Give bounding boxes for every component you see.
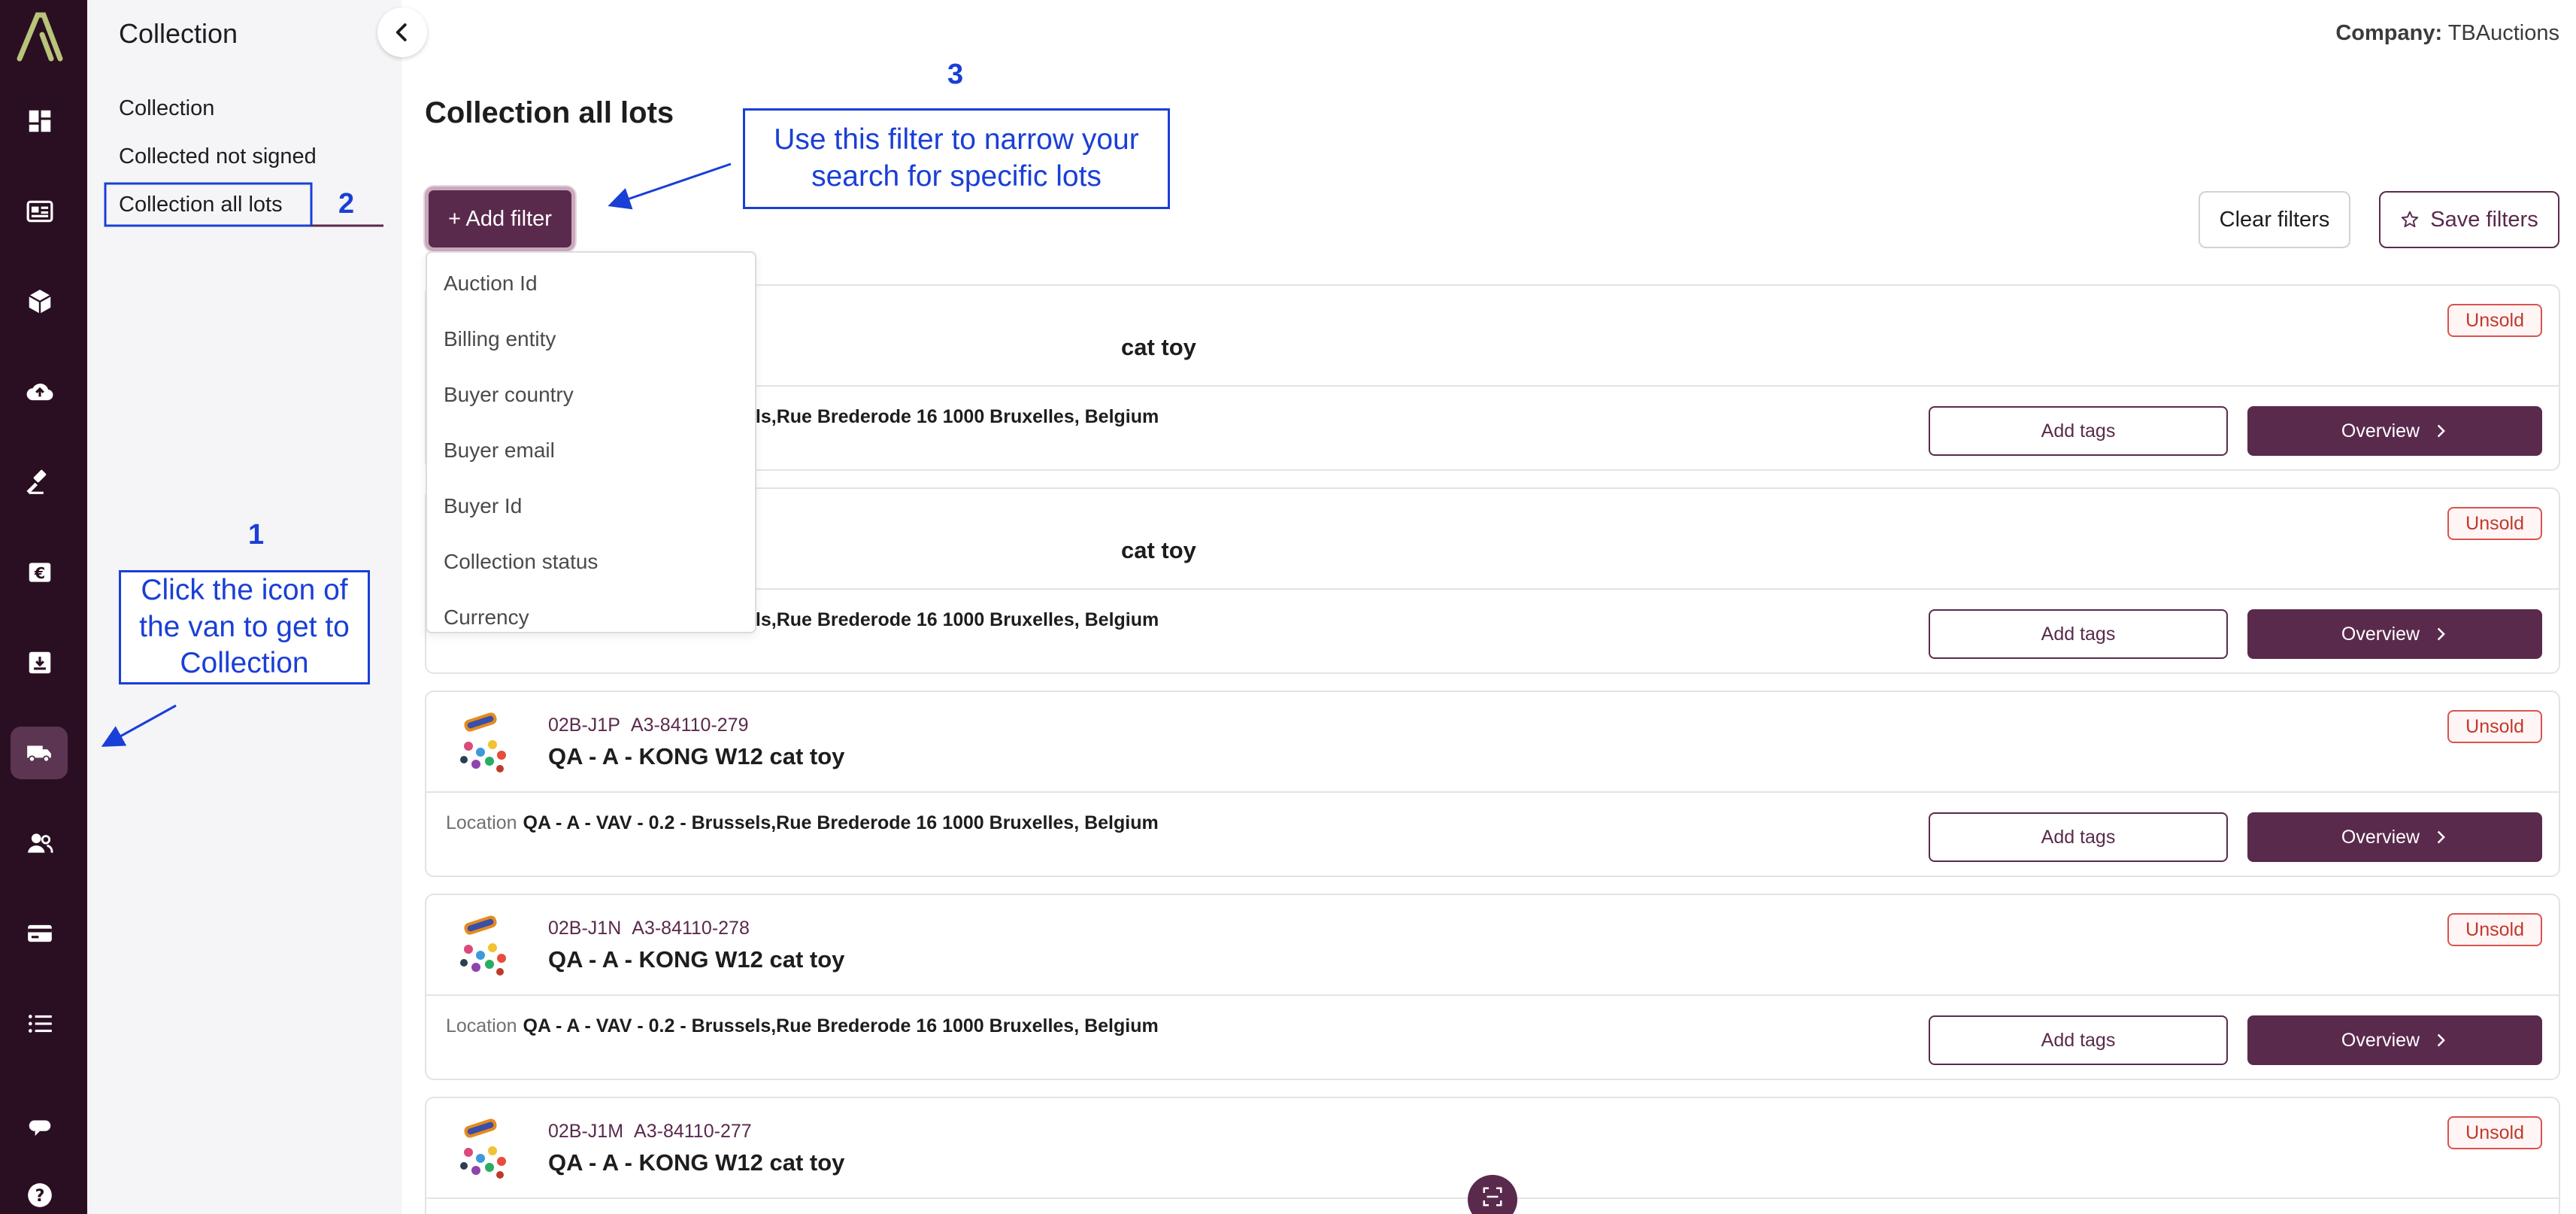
location-value: QA - A - VAV - 0.2 - Brussels,Rue Breder… [523,1015,1159,1036]
chevron-right-icon [2437,627,2446,641]
download-icon[interactable] [23,645,57,680]
dashboard-icon[interactable] [23,104,57,138]
lot-reference: A3-84110-277 [634,1121,752,1142]
lot-name[interactable]: QA - A - KONG W12 cat toy [548,1149,844,1176]
gavel-icon[interactable] [23,465,57,499]
overview-label: Overview [2341,1029,2420,1051]
sidebar-item-collection[interactable]: Collection [119,96,214,121]
location-value: QA - A - VAV - 0.2 - Brussels,Rue Breder… [523,812,1159,833]
chevron-left-icon [395,23,407,41]
filter-dropdown: Auction Id Billing entity Buyer country … [426,251,756,633]
lot-code: 02B-J1M [548,1121,624,1142]
euro-icon[interactable]: € [23,555,57,590]
add-tags-button[interactable]: Add tags [1929,812,2228,862]
overview-button[interactable]: Overview [2247,812,2542,862]
help-icon[interactable]: ? [23,1178,57,1212]
filter-option-buyer-country[interactable]: Buyer country [427,367,755,423]
page-title: Collection all lots [425,96,674,129]
lot-reference: A3-84110-278 [632,918,750,939]
status-badge: Unsold [2447,507,2542,540]
scan-icon [1483,1187,1502,1206]
annotation-step-1-note: Click the icon of the van to get to Coll… [119,570,370,684]
lot-name[interactable]: QA - A - KONG W12 cat toy [548,743,844,770]
clear-filters-button[interactable]: Clear filters [2199,191,2350,248]
lot-card: 02B-J1N A3-84110-278 QA - A - KONG W12 ca… [425,894,2560,1080]
filter-option-billing-entity[interactable]: Billing entity [427,311,755,367]
annotation-step-1-number: 1 [248,519,265,551]
company-label: Company: [2335,21,2443,45]
overview-button[interactable]: Overview [2247,609,2542,659]
filter-option-currency[interactable]: Currency [427,590,755,632]
chevron-right-icon [2437,1033,2446,1047]
lot-code: 02B-J1N [548,918,622,939]
sidebar-title: Collection [119,18,238,49]
sidebar-item-collected-not-signed[interactable]: Collected not signed [119,144,317,169]
lot-thumbnail [460,1118,506,1179]
annotation-step-2-number: 2 [338,188,355,220]
lot-code: 02B-J1P [548,715,620,736]
status-badge: Unsold [2447,1116,2542,1149]
save-filters-button[interactable]: Save filters [2379,191,2559,248]
annotation-step-3-note: Use this filter to narrow your search fo… [743,108,1170,209]
svg-text:€: € [34,564,45,582]
van-icon[interactable] [11,727,68,779]
lot-location: els,Rue Brederode 16 1000 Bruxelles, Bel… [745,609,1159,631]
overview-label: Overview [2341,623,2420,645]
location-label: Location [446,812,517,833]
company-name: TBAuctions [2447,21,2559,45]
upload-icon[interactable] [23,375,57,409]
location-value: els,Rue Brederode 16 1000 Bruxelles, Bel… [745,406,1159,427]
lot-identifiers: 02B-J1P A3-84110-279 [548,715,749,736]
chevron-right-icon [2437,424,2446,438]
lot-thumbnail [460,712,506,772]
chevron-right-icon [2437,830,2446,844]
company-indicator: Company: TBAuctions [2335,21,2559,46]
sidebar-item-collection-all-lots[interactable]: Collection all lots [119,193,283,217]
overview-button[interactable]: Overview [2247,1015,2542,1065]
icon-rail: € ? [0,0,87,1214]
add-filter-button[interactable]: + Add filter [425,187,575,251]
filter-option-buyer-id[interactable]: Buyer Id [427,478,755,534]
annotation-step-3-number: 3 [947,59,964,90]
save-filters-label: Save filters [2430,207,2538,232]
overview-button[interactable]: Overview [2247,406,2542,456]
lot-identifiers: 02B-J1M A3-84110-277 [548,1121,752,1143]
status-badge: Unsold [2447,710,2542,743]
chat-icon[interactable] [23,1110,57,1145]
list-icon[interactable] [23,1006,57,1041]
lot-identifiers: 02B-J1N A3-84110-278 [548,918,750,939]
lot-thumbnail [460,915,506,976]
filter-option-buyer-email[interactable]: Buyer email [427,423,755,478]
overview-label: Overview [2341,826,2420,848]
lot-reference: A3-84110-279 [630,715,749,736]
add-tags-button[interactable]: Add tags [1929,1015,2228,1065]
lot-location: els,Rue Brederode 16 1000 Bruxelles, Bel… [745,406,1159,428]
filter-option-auction-id[interactable]: Auction Id [427,256,755,311]
lot-card: 02B-J1P A3-84110-279 QA - A - KONG W12 ca… [425,690,2560,877]
lot-location: Location QA - A - VAV - 0.2 - Brussels,Ru… [446,1015,1159,1037]
listing-icon[interactable] [23,194,57,229]
lot-header: 02B-J1P A3-84110-279 QA - A - KONG W12 ca… [426,692,2559,793]
location-value: els,Rue Brederode 16 1000 Bruxelles, Bel… [745,609,1159,630]
filter-option-collection-status[interactable]: Collection status [427,534,755,590]
overview-label: Overview [2341,420,2420,442]
lot-location: Location QA - A - VAV - 0.2 - Brussels,Ru… [446,812,1159,834]
add-tags-button[interactable]: Add tags [1929,406,2228,456]
logo-icon[interactable] [17,12,63,62]
location-label: Location [446,1015,517,1036]
collapse-sidebar-button[interactable] [377,8,427,57]
lot-name[interactable]: cat toy [1121,334,1196,361]
lot-name[interactable]: QA - A - KONG W12 cat toy [548,946,844,973]
annotation-arrow-3 [608,162,732,210]
add-tags-button[interactable]: Add tags [1929,609,2228,659]
lot-name[interactable]: cat toy [1121,537,1196,564]
status-badge: Unsold [2447,913,2542,946]
users-icon[interactable] [23,826,57,860]
star-icon [2401,211,2419,228]
box-icon[interactable] [23,284,57,319]
card-icon[interactable] [23,916,57,951]
lot-header: 02B-J1N A3-84110-278 QA - A - KONG W12 ca… [426,895,2559,996]
status-badge: Unsold [2447,304,2542,337]
svg-text:?: ? [35,1186,45,1206]
